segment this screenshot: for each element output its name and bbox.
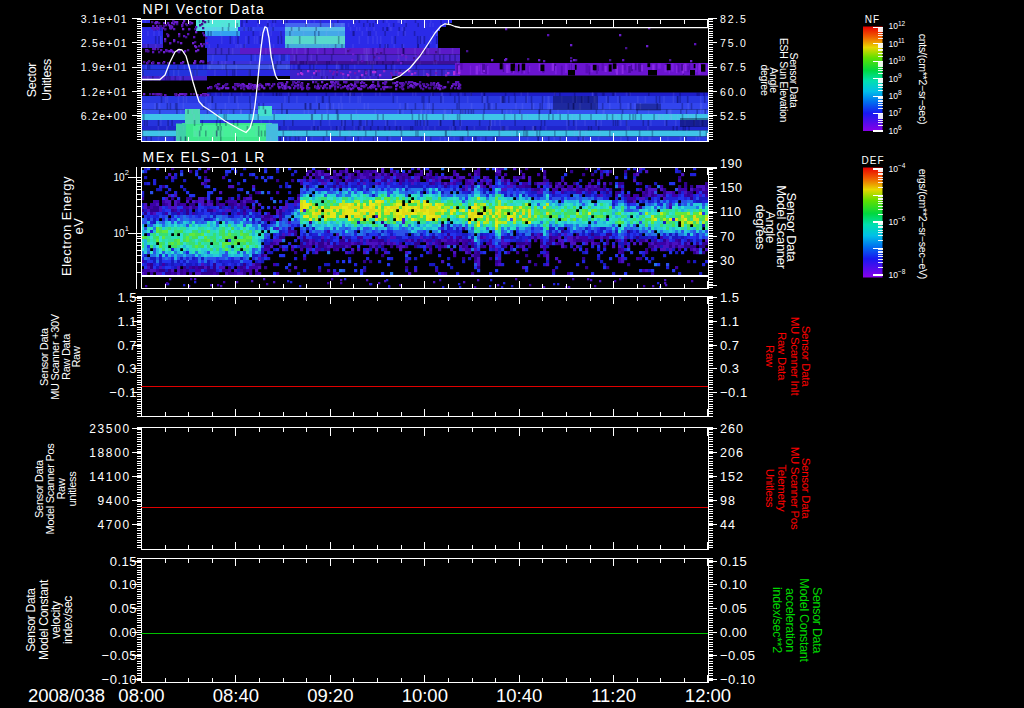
svg-text:152: 152 (720, 470, 744, 484)
svg-text:150: 150 (720, 181, 742, 195)
svg-text:10: 10 (113, 228, 125, 239)
svg-text:4700: 4700 (98, 518, 132, 532)
svg-text:2.5e+01: 2.5e+01 (81, 37, 128, 49)
svg-text:6.2e+00: 6.2e+00 (81, 110, 128, 122)
svg-text:Raw Data: Raw Data (776, 332, 788, 381)
svg-text:1.1: 1.1 (720, 314, 740, 329)
svg-text:60.0: 60.0 (720, 86, 748, 98)
svg-text:0.00: 0.00 (720, 625, 747, 640)
svg-text:Unitless: Unitless (764, 469, 776, 508)
svg-text:−0.05: −0.05 (102, 648, 137, 663)
svg-text:2: 2 (125, 168, 129, 177)
svg-text:0.3: 0.3 (720, 361, 740, 376)
svg-text:98: 98 (720, 494, 736, 508)
svg-text:30: 30 (720, 254, 735, 268)
svg-text:44: 44 (720, 518, 736, 532)
svg-text:MU Scanner InIt: MU Scanner InIt (789, 317, 801, 397)
svg-text:82.5: 82.5 (720, 13, 748, 25)
svg-text:0.05: 0.05 (110, 601, 137, 616)
svg-text:Sector: Sector (25, 63, 39, 97)
svg-text:Raw: Raw (764, 345, 776, 368)
svg-text:14100: 14100 (89, 470, 131, 484)
svg-text:206: 206 (720, 446, 744, 460)
svg-text:190: 190 (720, 157, 742, 171)
svg-text:NF: NF (865, 14, 880, 25)
svg-text:260: 260 (720, 422, 744, 436)
svg-text:0.15: 0.15 (110, 554, 137, 569)
svg-text:index/sec**2: index/sec**2 (770, 587, 784, 653)
svg-text:10: 10 (113, 172, 125, 183)
svg-text:Raw: Raw (70, 346, 82, 367)
svg-text:Unitless: Unitless (40, 59, 54, 101)
svg-text:−0.05: −0.05 (720, 648, 755, 663)
svg-text:0.10: 0.10 (720, 577, 747, 592)
svg-text:0.00: 0.00 (110, 625, 137, 640)
svg-text:MEx ELS−01 LR: MEx ELS−01 LR (143, 149, 266, 165)
svg-text:11:20: 11:20 (591, 685, 636, 706)
svg-text:110: 110 (720, 205, 741, 219)
svg-text:1.5: 1.5 (117, 290, 137, 305)
svg-text:67.5: 67.5 (720, 61, 748, 73)
svg-text:degrees: degrees (753, 205, 768, 251)
svg-text:10:00: 10:00 (402, 685, 448, 706)
svg-text:10:40: 10:40 (496, 685, 542, 706)
svg-text:18800: 18800 (89, 446, 131, 460)
svg-text:1.2e+01: 1.2e+01 (81, 86, 128, 98)
svg-text:0.15: 0.15 (720, 554, 747, 569)
svg-text:1: 1 (125, 224, 129, 233)
svg-text:3.1e+01: 3.1e+01 (81, 13, 128, 25)
svg-text:2008/038: 2008/038 (28, 685, 105, 706)
svg-text:0.3: 0.3 (117, 361, 137, 376)
svg-text:1.5: 1.5 (720, 290, 740, 305)
svg-text:0.05: 0.05 (720, 601, 747, 616)
svg-text:ergs/(cm**2−sr−sec−eV): ergs/(cm**2−sr−sec−eV) (917, 169, 929, 279)
svg-text:09:20: 09:20 (307, 685, 353, 706)
svg-text:Sensor Data: Sensor Data (810, 587, 824, 654)
svg-text:cnts/(cm**2−sr−sec): cnts/(cm**2−sr−sec) (917, 34, 929, 125)
svg-text:08:40: 08:40 (213, 685, 259, 706)
svg-text:75.0: 75.0 (720, 37, 748, 49)
svg-text:1.1: 1.1 (117, 314, 137, 329)
svg-text:23500: 23500 (89, 422, 131, 436)
svg-text:MU Scanner Pos: MU Scanner Pos (789, 447, 801, 530)
svg-text:eV: eV (71, 218, 86, 235)
svg-text:52.5: 52.5 (720, 110, 748, 122)
svg-text:NPI Vector Data: NPI Vector Data (143, 1, 266, 17)
svg-text:degree: degree (759, 65, 771, 96)
svg-text:−0.1: −0.1 (109, 385, 137, 400)
svg-text:12:00: 12:00 (685, 685, 731, 706)
svg-text:1.9e+01: 1.9e+01 (81, 61, 128, 73)
svg-text:DEF: DEF (862, 155, 885, 166)
svg-text:unitless: unitless (66, 471, 78, 507)
svg-text:9400: 9400 (98, 494, 132, 508)
svg-text:0.10: 0.10 (110, 577, 137, 592)
svg-text:08:00: 08:00 (118, 685, 164, 706)
svg-text:Telemetry: Telemetry (776, 464, 788, 512)
svg-text:70: 70 (720, 230, 735, 244)
svg-text:−0.1: −0.1 (720, 385, 748, 400)
svg-text:index/sec: index/sec (61, 596, 75, 644)
svg-text:0.7: 0.7 (720, 338, 740, 353)
svg-text:acceleration: acceleration (783, 588, 797, 652)
svg-text:Model Constant: Model Constant (797, 578, 811, 662)
svg-text:0.7: 0.7 (117, 338, 137, 353)
